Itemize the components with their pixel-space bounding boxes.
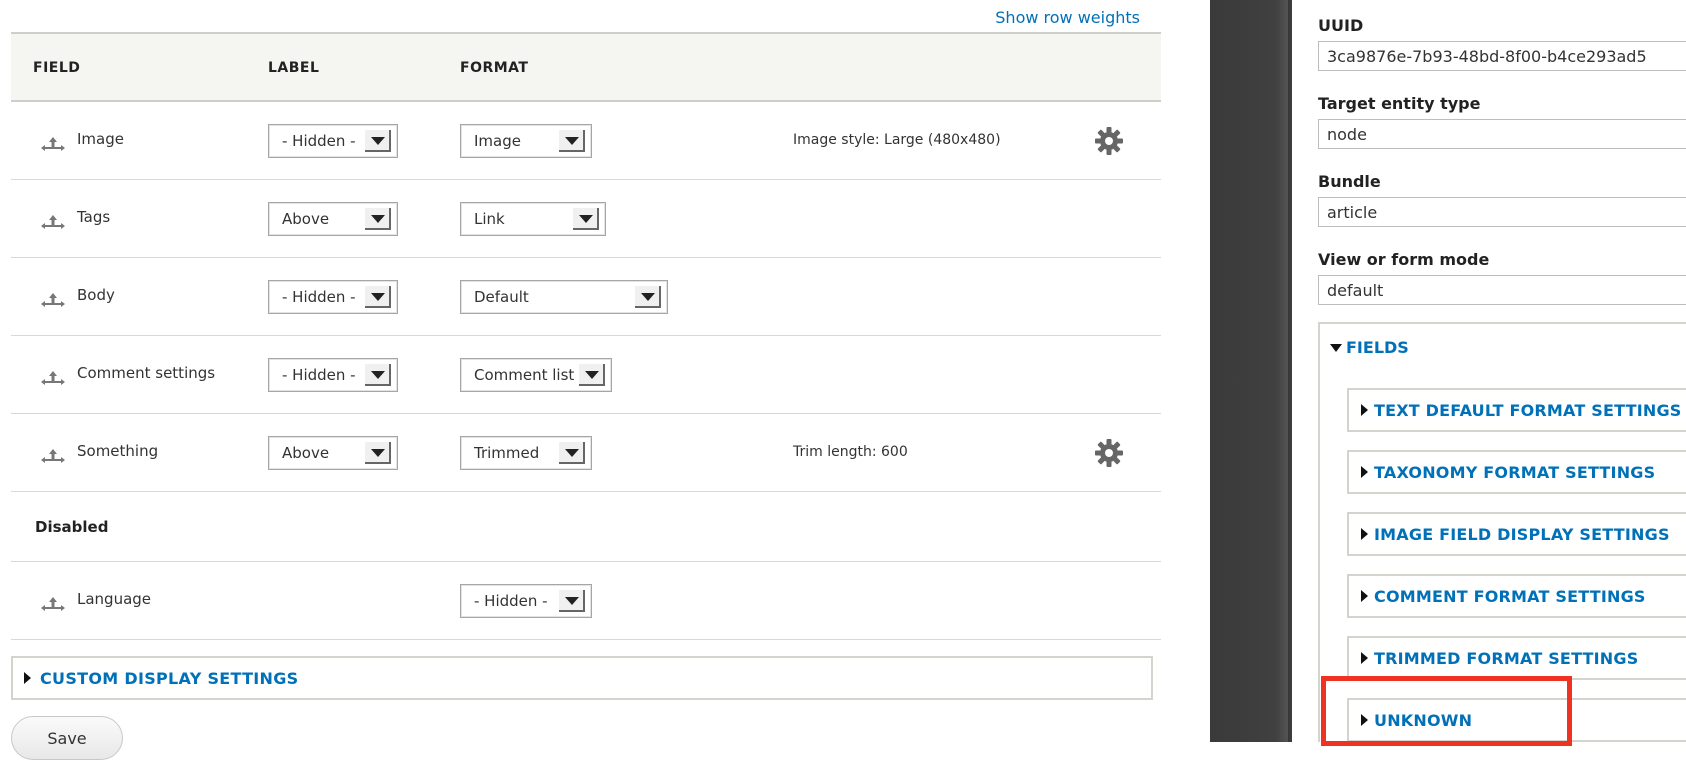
table-row: Comment settings - Hidden - Comment list <box>11 336 1161 414</box>
triangle-right-icon <box>1361 466 1368 478</box>
uuid-field[interactable]: 3ca9876e-7b93-48bd-8f00-b4ce293ad5 <box>1318 41 1686 71</box>
label-select-value: Above <box>282 210 330 228</box>
format-select-value: Comment list <box>474 366 575 384</box>
disabled-label: Disabled <box>35 518 109 536</box>
chevron-down-icon <box>365 208 391 230</box>
table-row: Body - Hidden - Default <box>11 258 1161 336</box>
field-name: Something <box>77 442 159 460</box>
triangle-right-icon <box>1361 714 1368 726</box>
triangle-right-icon <box>1361 404 1368 416</box>
save-button[interactable]: Save <box>11 716 123 760</box>
format-select[interactable]: - Hidden - <box>460 584 592 618</box>
chevron-down-icon <box>365 442 391 464</box>
chevron-down-icon <box>559 590 585 612</box>
triangle-down-icon <box>1330 344 1342 352</box>
label-select[interactable]: Above <box>268 436 398 470</box>
section-image-field[interactable]: IMAGE FIELD DISPLAY SETTINGS <box>1347 512 1686 556</box>
format-summary: Trim length: 600 <box>793 444 908 460</box>
section-label: TAXONOMY FORMAT SETTINGS <box>1374 463 1656 482</box>
bundle-label: Bundle <box>1318 172 1381 191</box>
triangle-right-icon <box>24 672 31 684</box>
gear-icon[interactable] <box>1094 438 1124 468</box>
format-select-value: Default <box>474 288 529 306</box>
field-name: Body <box>77 286 115 304</box>
fields-label: FIELDS <box>1346 338 1409 357</box>
drag-handle-icon[interactable] <box>39 136 67 152</box>
chevron-down-icon <box>365 364 391 386</box>
header-label: LABEL <box>268 60 320 76</box>
field-name: Tags <box>77 208 111 226</box>
section-label: UNKNOWN <box>1374 711 1473 730</box>
drag-handle-icon[interactable] <box>39 214 67 230</box>
section-label: COMMENT FORMAT SETTINGS <box>1374 587 1646 606</box>
header-field: FIELD <box>33 60 81 76</box>
label-select[interactable]: - Hidden - <box>268 124 398 158</box>
target-entity-type-field[interactable]: node <box>1318 119 1686 149</box>
format-select[interactable]: Trimmed <box>460 436 592 470</box>
section-text-default[interactable]: TEXT DEFAULT FORMAT SETTINGS <box>1347 388 1686 432</box>
section-taxonomy[interactable]: TAXONOMY FORMAT SETTINGS <box>1347 450 1686 494</box>
table-row: Image - Hidden - Image Image style: Larg… <box>11 102 1161 180</box>
config-inspector-panel: UUID 3ca9876e-7b93-48bd-8f00-b4ce293ad5 … <box>1292 0 1686 742</box>
table-header: FIELD LABEL FORMAT <box>11 32 1161 102</box>
custom-display-settings-label: CUSTOM DISPLAY SETTINGS <box>40 669 299 688</box>
section-label: TEXT DEFAULT FORMAT SETTINGS <box>1374 401 1682 420</box>
chevron-down-icon <box>635 286 661 308</box>
show-row-weights-link[interactable]: Show row weights <box>840 8 1140 27</box>
chevron-down-icon <box>365 130 391 152</box>
section-unknown[interactable]: UNKNOWN <box>1347 698 1686 742</box>
field-name: Language <box>77 590 152 608</box>
custom-display-settings-details[interactable]: CUSTOM DISPLAY SETTINGS <box>11 656 1153 700</box>
table-row: Language - Hidden - <box>11 562 1161 640</box>
drag-handle-icon[interactable] <box>39 370 67 386</box>
uuid-label: UUID <box>1318 16 1364 35</box>
target-entity-type-label: Target entity type <box>1318 94 1481 113</box>
header-format: FORMAT <box>460 60 529 76</box>
format-select[interactable]: Comment list <box>460 358 612 392</box>
triangle-right-icon <box>1361 528 1368 540</box>
chevron-down-icon <box>559 442 585 464</box>
section-comment[interactable]: COMMENT FORMAT SETTINGS <box>1347 574 1686 618</box>
section-label: TRIMMED FORMAT SETTINGS <box>1374 649 1639 668</box>
table-row: Something Above Trimmed Trim length: 600 <box>11 414 1161 492</box>
gear-icon[interactable] <box>1094 126 1124 156</box>
format-select-value: Trimmed <box>474 444 540 462</box>
drag-handle-icon[interactable] <box>39 596 67 612</box>
label-select-value: Above <box>282 444 330 462</box>
drag-handle-icon[interactable] <box>39 292 67 308</box>
format-select[interactable]: Default <box>460 280 668 314</box>
disabled-section-heading: Disabled <box>11 492 1161 562</box>
format-select-value: Image <box>474 132 521 150</box>
chevron-down-icon <box>365 286 391 308</box>
field-name: Image <box>77 130 124 148</box>
bundle-field[interactable]: article <box>1318 197 1686 227</box>
table-row: Tags Above Link <box>11 180 1161 258</box>
label-select-value: - Hidden - <box>282 288 356 306</box>
triangle-right-icon <box>1361 590 1368 602</box>
chevron-down-icon <box>573 208 599 230</box>
label-select[interactable]: - Hidden - <box>268 358 398 392</box>
view-mode-field[interactable]: default <box>1318 275 1686 305</box>
field-table: FIELD LABEL FORMAT Image - Hidden - Imag… <box>11 32 1161 640</box>
format-select-value: Link <box>474 210 505 228</box>
format-select[interactable]: Link <box>460 202 606 236</box>
drag-handle-icon[interactable] <box>39 448 67 464</box>
format-select-value: - Hidden - <box>474 592 548 610</box>
label-select[interactable]: - Hidden - <box>268 280 398 314</box>
format-summary: Image style: Large (480x480) <box>793 132 1001 148</box>
format-select[interactable]: Image <box>460 124 592 158</box>
section-trimmed[interactable]: TRIMMED FORMAT SETTINGS <box>1347 636 1686 680</box>
label-select[interactable]: Above <box>268 202 398 236</box>
fields-details: FIELDS TEXT DEFAULT FORMAT SETTINGS TAXO… <box>1318 322 1686 742</box>
label-select-value: - Hidden - <box>282 366 356 384</box>
window-gap <box>1210 0 1292 742</box>
chevron-down-icon <box>579 364 605 386</box>
view-mode-label: View or form mode <box>1318 250 1490 269</box>
field-name: Comment settings <box>77 364 216 382</box>
section-label: IMAGE FIELD DISPLAY SETTINGS <box>1374 525 1670 544</box>
chevron-down-icon <box>559 130 585 152</box>
label-select-value: - Hidden - <box>282 132 356 150</box>
field-display-form: Show row weights FIELD LABEL FORMAT Imag… <box>0 0 1161 760</box>
triangle-right-icon <box>1361 652 1368 664</box>
